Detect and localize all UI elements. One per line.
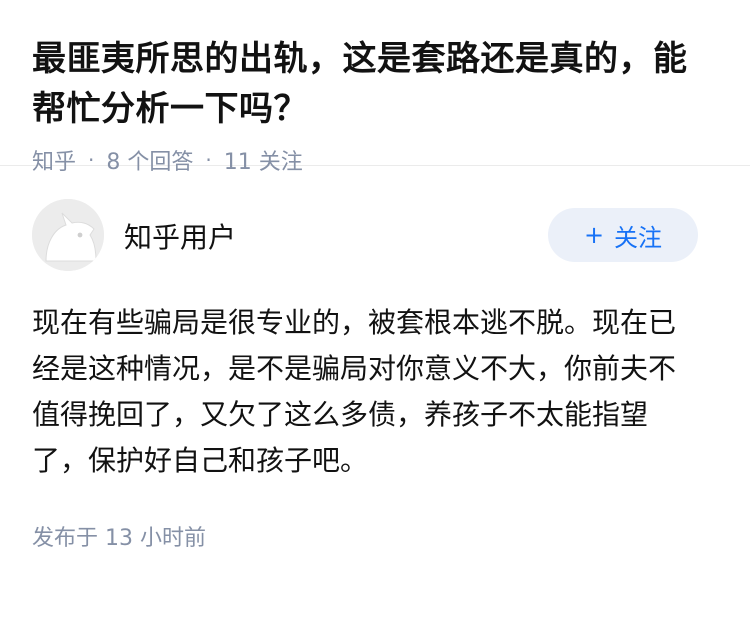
follow-button[interactable]: + 关注 [548,208,698,262]
publish-time: 发布于 13 小时前 [32,526,206,551]
answer-content: 现在有些骗局是很专业的，被套根本逃不脱。现在已经是这种情况，是不是骗局对你意义不… [32,306,677,477]
follow-label: 关注 [614,223,663,252]
author-row: 知乎用户 + 关注 [32,166,718,296]
question-header: 最匪夷所思的出轨，这是套路还是真的，能帮忙分析一下吗？ 知乎 · 8 个回答 ·… [0,0,750,175]
plus-icon: + [583,221,605,249]
default-avatar-icon[interactable] [32,199,104,271]
answer-card: 知乎用户 + 关注 现在有些骗局是很专业的，被套根本逃不脱。现在已经是这种情况，… [0,166,750,552]
author-name[interactable]: 知乎用户 [124,216,236,256]
question-title[interactable]: 最匪夷所思的出轨，这是套路还是真的，能帮忙分析一下吗？ [32,34,718,134]
